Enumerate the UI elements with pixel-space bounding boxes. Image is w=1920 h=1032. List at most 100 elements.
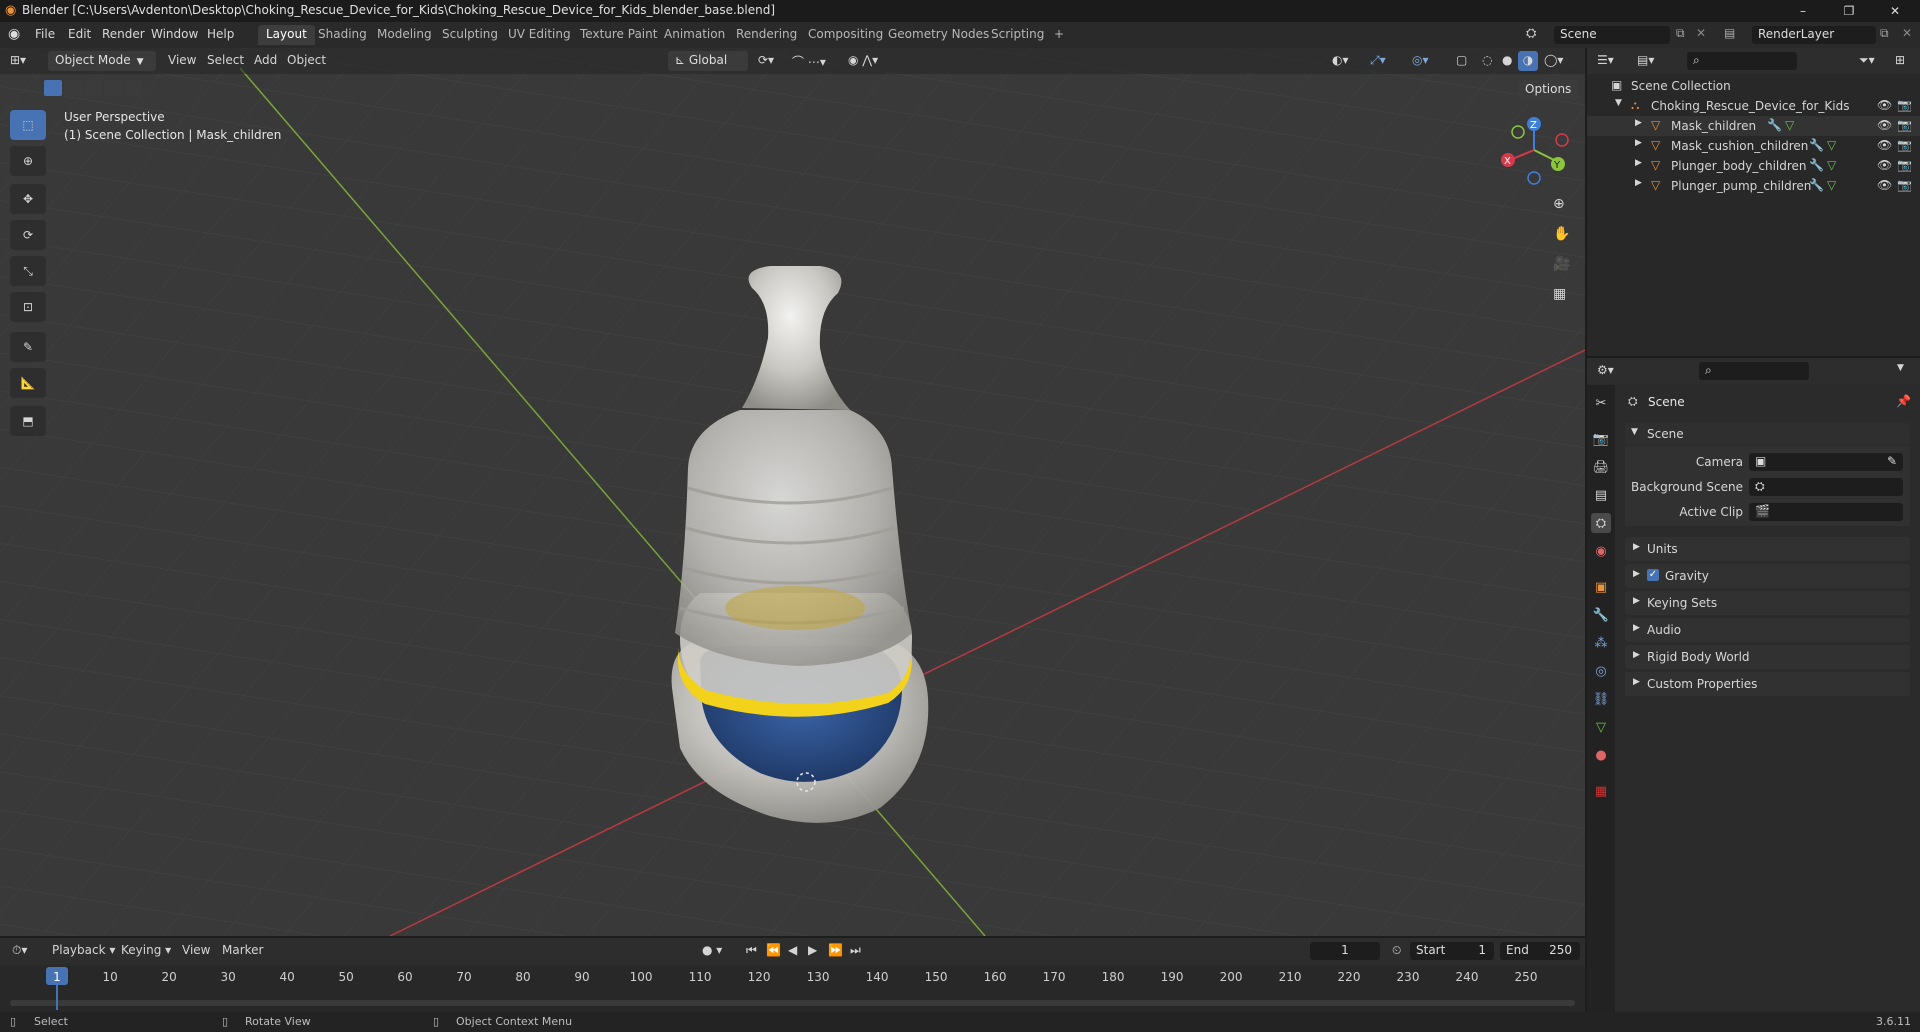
select-extend-icon[interactable] xyxy=(64,80,82,96)
minimize-button[interactable]: – xyxy=(1780,0,1826,22)
overlay-toggle-icon[interactable]: ◎▾ xyxy=(1412,53,1429,67)
scene-selector-icon[interactable]: ⛭ xyxy=(1526,26,1536,41)
display-mode-icon[interactable]: ▤▾ xyxy=(1637,53,1654,67)
navigation-gizmo[interactable]: Z Y X xyxy=(1490,112,1572,192)
outliner-editor-icon[interactable]: ☰▾ xyxy=(1597,53,1614,67)
viewport-menu-add[interactable]: Add xyxy=(254,53,277,67)
outliner-row-scene-collection[interactable]: ▣ Scene Collection xyxy=(1587,76,1920,96)
outliner-search-input[interactable]: ⌕ xyxy=(1687,52,1797,70)
jump-end-icon[interactable]: ⏭ xyxy=(850,943,861,958)
gravity-checkbox[interactable]: ✓ xyxy=(1647,569,1659,581)
render-camera-icon[interactable]: 📷 xyxy=(1897,118,1912,132)
custom-properties-panel-header[interactable]: ▶ Custom Properties xyxy=(1625,672,1910,696)
annotate-tool[interactable]: ✎ xyxy=(10,332,46,362)
wireframe-shading-icon[interactable]: ◌ xyxy=(1482,53,1492,67)
modifier-wrench-icon[interactable]: 🔧 xyxy=(1809,158,1824,172)
chevron-down-icon[interactable]: ▼ xyxy=(1897,363,1904,373)
visibility-eye-icon[interactable]: 👁 xyxy=(1877,138,1892,152)
gizmo-toggle-icon[interactable]: ⤢▾ xyxy=(1370,53,1386,68)
tab-geometry-nodes[interactable]: Geometry Nodes xyxy=(880,25,997,45)
units-panel-header[interactable]: ▶ Units xyxy=(1625,537,1910,561)
select-new-icon[interactable] xyxy=(44,80,62,96)
gizmo-neg-x-handle[interactable] xyxy=(1555,133,1569,147)
scene-tab-icon[interactable]: ⛭ xyxy=(1591,513,1611,533)
view-layer-icon[interactable]: ▤ xyxy=(1724,26,1735,40)
add-cube-tool[interactable]: ⬒ xyxy=(10,406,46,436)
mesh-data-icon[interactable]: ▽ xyxy=(1827,158,1836,172)
new-view-layer-icon[interactable]: ⧉ xyxy=(1880,26,1889,41)
transform-tool[interactable]: ⊡ xyxy=(10,292,46,322)
tool-tab-icon[interactable]: ✂ xyxy=(1591,393,1611,413)
select-subtract-icon[interactable] xyxy=(84,80,102,96)
preview-range-clock-icon[interactable]: ⏲ xyxy=(1392,943,1401,958)
viewport-options-button[interactable]: Options xyxy=(1518,80,1579,100)
add-workspace-button[interactable]: + xyxy=(1046,25,1072,45)
expand-arrow-icon[interactable]: ▼ xyxy=(1615,98,1622,108)
keying-sets-panel-header[interactable]: ▶ Keying Sets xyxy=(1625,591,1910,615)
timeline-editor-icon[interactable]: ⏱▾ xyxy=(12,943,27,958)
visibility-eye-icon[interactable]: 👁 xyxy=(1877,118,1892,132)
select-invert-icon[interactable] xyxy=(104,80,122,96)
outliner-row-collection[interactable]: ▼ ⛬ Choking_Rescue_Device_for_Kids 👁 📷 xyxy=(1587,96,1920,116)
rendered-shading-icon[interactable]: ◯▾ xyxy=(1544,53,1563,67)
tab-compositing[interactable]: Compositing xyxy=(800,25,891,45)
cursor-tool[interactable]: ⊕ xyxy=(10,146,46,176)
modifier-wrench-icon[interactable]: 🔧 xyxy=(1767,118,1782,132)
delete-view-layer-icon[interactable]: ✕ xyxy=(1902,26,1912,40)
play-reverse-icon[interactable]: ◀ xyxy=(788,943,797,957)
expand-arrow-icon[interactable]: ▶ xyxy=(1635,138,1642,148)
new-scene-icon[interactable]: ⧉ xyxy=(1676,26,1685,41)
play-icon[interactable]: ▶ xyxy=(808,943,817,957)
render-camera-icon[interactable]: 📷 xyxy=(1897,158,1912,172)
jump-keyframe-back-icon[interactable]: ⏪ xyxy=(766,943,781,957)
current-frame-field[interactable]: 1 xyxy=(1310,942,1380,960)
properties-editor-icon[interactable]: ⚙▾ xyxy=(1597,363,1614,377)
ortho-toggle-grid-icon[interactable]: ▦ xyxy=(1553,286,1566,302)
particles-tab-icon[interactable]: ⁂ xyxy=(1591,633,1611,653)
render-camera-icon[interactable]: 📷 xyxy=(1897,178,1912,192)
properties-search-input[interactable]: ⌕ xyxy=(1699,362,1809,380)
outliner-row-object[interactable]: ▶ ▽ Plunger_pump_children 🔧 ▽ 👁 📷 xyxy=(1587,176,1920,196)
mesh-data-icon[interactable]: ▽ xyxy=(1827,178,1836,192)
material-preview-shading-icon[interactable]: ◑ xyxy=(1518,51,1538,71)
view-layer-tab-icon[interactable]: ▤ xyxy=(1591,485,1611,505)
gizmo-neg-y-handle[interactable] xyxy=(1511,125,1525,139)
editor-type-icon[interactable]: ⊞▾ xyxy=(10,53,26,67)
menu-help[interactable]: Help xyxy=(207,27,234,41)
jump-start-icon[interactable]: ⏮ xyxy=(746,943,757,958)
world-tab-icon[interactable]: ◉ xyxy=(1591,541,1611,561)
timeline-menu-playback[interactable]: Playback ▾ xyxy=(52,943,115,957)
record-button-icon[interactable]: ● ▾ xyxy=(702,943,722,957)
viewport-menu-object[interactable]: Object xyxy=(287,53,326,67)
modifier-wrench-icon[interactable]: 🔧 xyxy=(1809,178,1824,192)
eyedropper-icon[interactable]: ✎ xyxy=(1887,454,1897,468)
material-tab-icon[interactable]: ● xyxy=(1591,745,1611,765)
modifier-wrench-icon[interactable]: 🔧 xyxy=(1809,138,1824,152)
timeline-menu-keying[interactable]: Keying ▾ xyxy=(121,943,171,957)
object-tab-icon[interactable]: ▣ xyxy=(1591,577,1611,597)
pivot-point-icon[interactable]: ⟳▾ xyxy=(758,53,774,67)
gizmo-neg-z-handle[interactable] xyxy=(1527,171,1541,185)
menu-render[interactable]: Render xyxy=(102,27,145,41)
timeline-menu-marker[interactable]: Marker xyxy=(222,943,263,957)
tab-rendering[interactable]: Rendering xyxy=(728,25,805,45)
select-intersect-icon[interactable] xyxy=(124,80,142,96)
camera-view-icon[interactable]: 🎥 xyxy=(1553,256,1570,272)
transform-orientation-dropdown[interactable]: ⊾ Global xyxy=(668,51,748,71)
pan-view-hand-icon[interactable]: ✋ xyxy=(1553,226,1570,242)
menu-file[interactable]: File xyxy=(35,27,55,41)
scale-tool[interactable]: ⤡ xyxy=(10,256,46,286)
maximize-button[interactable]: ❐ xyxy=(1826,0,1872,22)
proportional-edit-icon[interactable]: ◉ ⋀▾ xyxy=(848,53,878,67)
background-scene-field[interactable]: ⛭ xyxy=(1749,478,1903,496)
render-camera-icon[interactable]: 📷 xyxy=(1897,98,1912,112)
close-window-button[interactable]: ✕ xyxy=(1872,0,1918,22)
render-tab-icon[interactable]: 📷 xyxy=(1591,429,1611,449)
tab-layout[interactable]: Layout xyxy=(258,25,315,45)
zoom-view-icon[interactable]: ⊕ xyxy=(1553,196,1565,212)
audio-panel-header[interactable]: ▶ Audio xyxy=(1625,618,1910,642)
select-box-tool[interactable]: ⬚ xyxy=(10,110,46,140)
constraints-tab-icon[interactable]: ⛓ xyxy=(1591,689,1611,709)
outliner-row-object[interactable]: ▶ ▽ Mask_children 🔧 ▽ 👁 📷 xyxy=(1587,116,1920,136)
new-collection-icon[interactable]: ⊞ xyxy=(1895,53,1905,67)
